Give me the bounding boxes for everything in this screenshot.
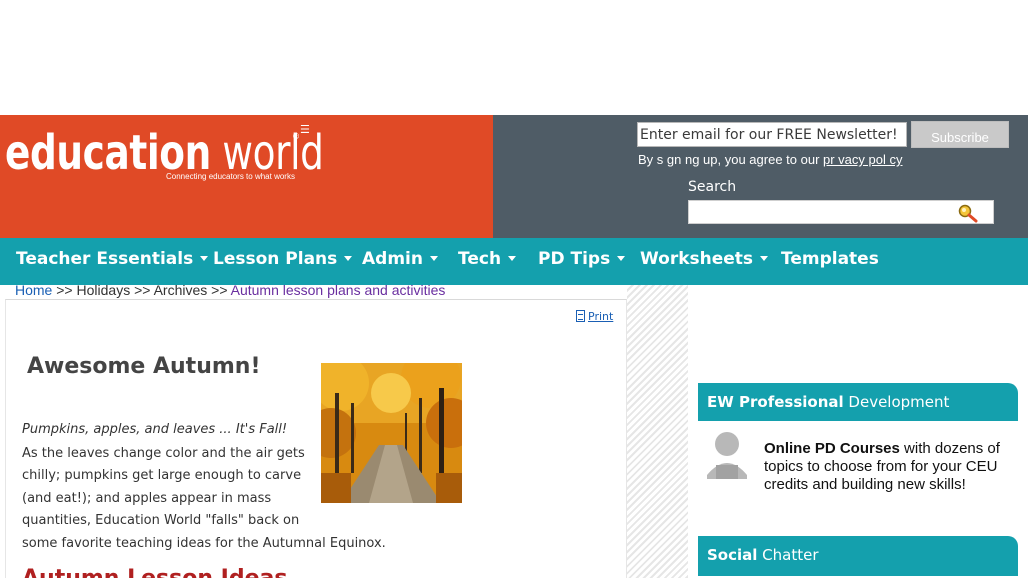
print-label: Print	[588, 310, 614, 323]
breadcrumb-separator: >>	[130, 282, 154, 298]
pd-section-header: EW Professional Development	[698, 383, 1018, 421]
body-text-line: (and eat!); and apples appear in mass	[22, 491, 272, 506]
caret-down-icon	[429, 255, 438, 261]
pd-header-light: Development	[843, 393, 950, 411]
body-text-line: quantities, Education World "falls" back…	[22, 513, 300, 528]
logo-tagline: Connecting educators to what works	[166, 172, 295, 181]
pd-header-bold: EW Professional	[707, 393, 844, 411]
logo-panel[interactable]: education world ® ☰ Connecting educators…	[0, 115, 493, 238]
social-header-light: Chatter	[757, 546, 819, 564]
print-link[interactable]: Print	[576, 310, 613, 323]
breadcrumb-holidays[interactable]: Holidays	[77, 282, 131, 298]
print-icon	[576, 310, 585, 322]
advertisement-space	[0, 0, 1028, 115]
signup-note: By s gn ng up, you agree to our pr vacy …	[638, 152, 903, 167]
pd-promo-text[interactable]: Online PD Courses with dozens of topics …	[764, 440, 1022, 494]
social-section-header: Social Chatter	[698, 536, 1018, 576]
breadcrumb: Home >> Holidays >> Archives >> Autumn l…	[15, 282, 445, 298]
caret-down-icon	[617, 255, 626, 261]
nav-label: PD Tips	[538, 249, 611, 269]
nav-pd-tips[interactable]: PD Tips	[538, 238, 626, 285]
breadcrumb-home[interactable]: Home	[15, 282, 52, 298]
caret-down-icon	[508, 255, 517, 261]
nav-admin[interactable]: Admin	[362, 238, 438, 285]
search-label: Search	[688, 179, 737, 195]
nav-tech[interactable]: Tech	[458, 238, 517, 285]
person-icon	[707, 432, 747, 479]
nav-label: Tech	[458, 249, 502, 269]
signup-note-text: By s gn ng up, you agree to our	[638, 152, 824, 167]
caret-down-icon	[200, 255, 209, 261]
nav-templates[interactable]: Templates	[781, 238, 879, 285]
intro-text: Pumpkins, apples, and leaves ... It's Fa…	[22, 422, 288, 437]
nav-lesson-plans[interactable]: Lesson Plans	[213, 238, 353, 285]
pd-promo-title: Online PD Courses	[764, 440, 900, 457]
search-box[interactable]	[688, 200, 994, 224]
privacy-policy-link[interactable]: pr vacy pol cy	[823, 152, 902, 167]
breadcrumb-current[interactable]: Autumn lesson plans and activities	[231, 282, 446, 298]
search-input[interactable]	[689, 201, 939, 223]
body-text-line: some favorite teaching ideas for the Aut…	[22, 536, 386, 551]
nav-label: Worksheets	[640, 249, 754, 269]
nav-label: Admin	[362, 249, 423, 269]
nav-label: Lesson Plans	[213, 249, 338, 269]
breadcrumb-separator: >>	[207, 282, 231, 298]
newsletter-email-input[interactable]	[637, 122, 907, 147]
decorative-divider	[627, 285, 688, 578]
nav-label: Teacher Essentials	[16, 249, 194, 269]
main-navigation: Teacher Essentials Lesson Plans Admin Te…	[0, 238, 1028, 285]
caret-down-icon	[760, 255, 769, 261]
autumn-road-photo	[321, 363, 462, 503]
section-heading: Autumn Lesson Ideas	[22, 566, 287, 578]
breadcrumb-separator: >>	[52, 282, 77, 298]
nav-teacher-essentials[interactable]: Teacher Essentials	[16, 238, 209, 285]
subscribe-button[interactable]: Subscribe	[911, 121, 1009, 148]
search-icon[interactable]	[954, 203, 982, 223]
social-header-bold: Social	[707, 546, 758, 564]
nav-label: Templates	[781, 249, 879, 269]
registered-mark: ®	[292, 132, 300, 141]
body-text-line: chilly; pumpkins get large enough to car…	[22, 468, 302, 483]
body-text-line: As the leaves change color and the air g…	[22, 446, 305, 461]
breadcrumb-archives[interactable]: Archives	[154, 282, 208, 298]
menu-icon[interactable]: ☰	[300, 124, 310, 135]
nav-worksheets[interactable]: Worksheets	[640, 238, 769, 285]
header-utility-panel: Subscribe By s gn ng up, you agree to ou…	[493, 115, 1028, 238]
page-title: Awesome Autumn!	[27, 354, 261, 379]
caret-down-icon	[344, 255, 353, 261]
